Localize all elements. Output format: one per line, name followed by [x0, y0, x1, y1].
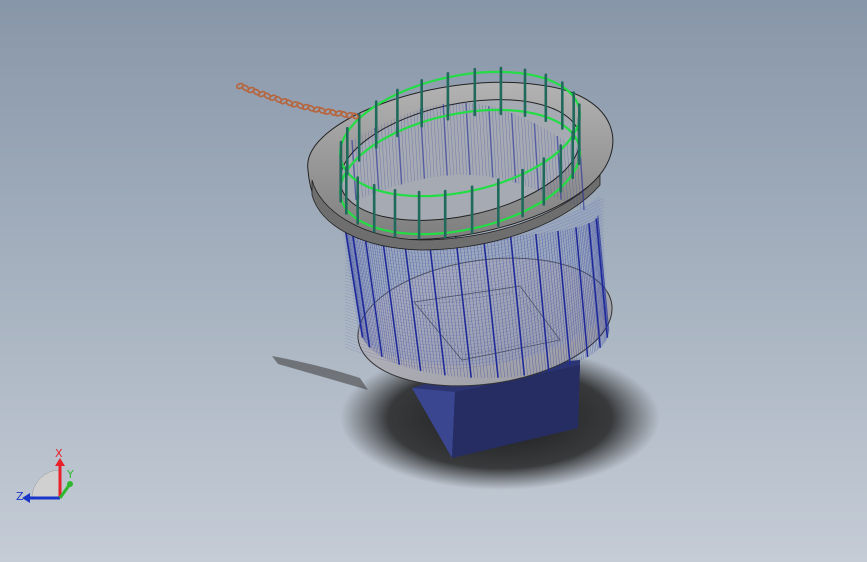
chain-handle[interactable]	[235, 82, 359, 120]
axis-y-head-icon	[67, 481, 73, 487]
orientation-triad[interactable]: X Y Z	[12, 448, 82, 508]
model-scene[interactable]	[0, 0, 867, 562]
graphics-viewport[interactable]: X Y Z	[0, 0, 867, 562]
chain-shadow	[272, 356, 368, 390]
axis-y-label: Y	[66, 468, 74, 481]
axis-x-label: X	[55, 448, 63, 460]
axis-z-label: Z	[16, 490, 24, 503]
triad-quadrant	[31, 469, 61, 499]
